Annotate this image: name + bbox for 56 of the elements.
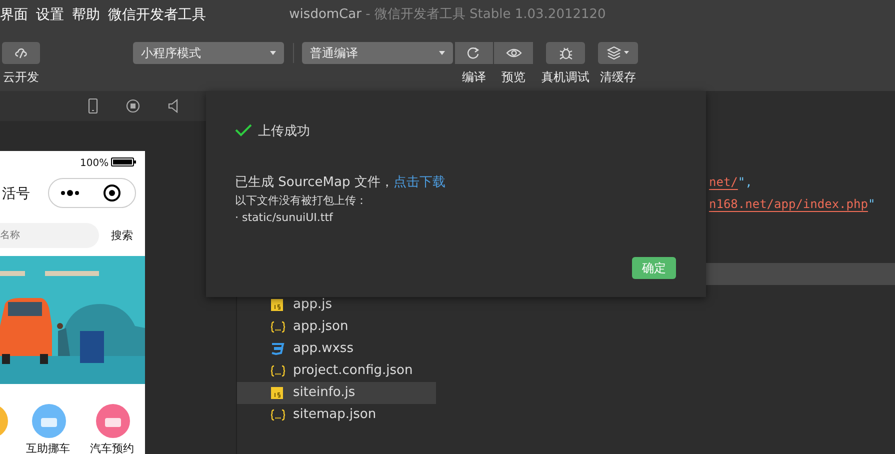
action-label: 真机调试 [542, 69, 590, 86]
cloud-label: 云开发 [3, 69, 39, 86]
eye-button[interactable] [494, 42, 533, 64]
battery-text: 100% [80, 157, 109, 171]
js-file-icon [271, 299, 285, 311]
window-subtitle: - 微信开发者工具 Stable 1.03.2012120 [364, 7, 606, 22]
record-icon[interactable] [126, 99, 140, 113]
layers-icon [607, 46, 629, 60]
shortcut-label[interactable]: 汽车预约 [90, 441, 134, 454]
action-label: 编译 [462, 69, 486, 86]
menu-item[interactable]: 微信开发者工具 [108, 0, 206, 30]
refresh-button[interactable] [455, 42, 493, 64]
file-item[interactable]: project.config.json [237, 360, 436, 382]
battery-icon [111, 157, 136, 167]
cloud-button[interactable] [2, 42, 40, 64]
cloud-icon [14, 47, 28, 59]
speaker-icon[interactable] [168, 99, 178, 113]
action-label: 清缓存 [600, 69, 636, 86]
css-file-icon [271, 343, 285, 355]
bug-icon [558, 46, 572, 60]
layers-button[interactable] [598, 42, 638, 64]
eye-icon [506, 47, 522, 59]
capsule-menu[interactable] [48, 178, 136, 208]
caret-icon [270, 51, 276, 55]
code-line: net/", [709, 174, 752, 191]
dialog-note: 以下文件没有被打包上传： [235, 193, 367, 209]
file-item[interactable]: app.js [237, 294, 436, 316]
search-field[interactable]: 名称 [0, 223, 99, 248]
menu-item[interactable]: 设置 [36, 0, 64, 30]
bug-button[interactable] [546, 42, 585, 64]
code-line: n168.net/app/index.php" [709, 196, 876, 213]
file-item[interactable]: app.json [237, 316, 436, 338]
shortcut-label[interactable]: 互助挪车 [26, 441, 70, 454]
json-file-icon [271, 365, 285, 377]
caret-icon [439, 51, 445, 55]
file-entry: · static/sunuiUI.ttf [235, 210, 333, 226]
page-title: 活号 [2, 185, 30, 204]
compile-select[interactable]: 普通编译 [302, 42, 453, 64]
download-link[interactable]: 点击下载 [393, 175, 446, 190]
js-file-icon [271, 387, 285, 399]
menu-item[interactable]: 界面 [0, 0, 28, 30]
phone-icon[interactable] [88, 98, 98, 114]
check-icon [235, 124, 252, 137]
file-item[interactable]: app.wxss [237, 338, 436, 360]
search-button[interactable]: 搜索 [111, 228, 133, 244]
shortcut-icon[interactable] [96, 404, 130, 438]
file-item[interactable]: sitemap.json [237, 404, 436, 426]
action-label: 预览 [502, 69, 526, 86]
menu-item[interactable]: 帮助 [72, 0, 100, 30]
json-file-icon [271, 409, 285, 421]
mode-select[interactable]: 小程序模式 [133, 42, 284, 64]
dialog-message: 已生成 SourceMap 文件，点击下载 [235, 174, 446, 192]
file-item[interactable]: siteinfo.js [237, 382, 436, 404]
json-file-icon [271, 321, 285, 333]
dialog-title: 上传成功 [258, 123, 310, 141]
window-title: wisdomCar [289, 7, 362, 22]
